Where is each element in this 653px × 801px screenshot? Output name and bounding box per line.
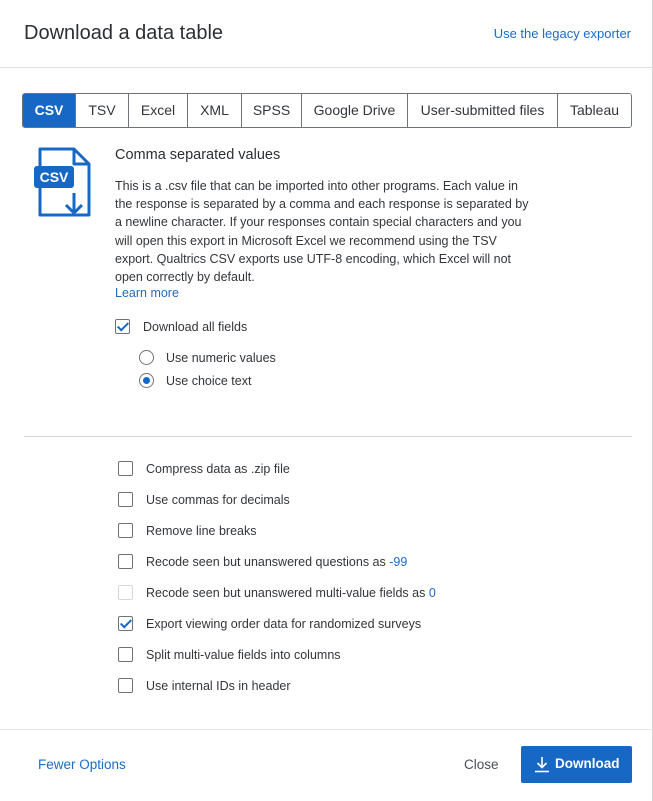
remove-line-breaks-checkbox[interactable]: [118, 523, 133, 538]
recode-questions-label: Recode seen but unanswered questions as …: [146, 555, 407, 569]
choice-text-radio[interactable]: [139, 373, 154, 388]
tab-user-submitted-files[interactable]: User-submitted files: [407, 94, 557, 127]
close-button[interactable]: Close: [464, 757, 499, 772]
tab-csv[interactable]: CSV: [23, 94, 75, 127]
internal-ids-checkbox[interactable]: [118, 678, 133, 693]
format-title: Comma separated values: [115, 147, 281, 163]
recode-multi-checkbox: [118, 585, 133, 600]
dialog-footer: Fewer Options Close Download: [0, 729, 653, 801]
learn-more-link[interactable]: Learn more: [115, 286, 179, 300]
tab-xml[interactable]: XML: [187, 94, 241, 127]
fewer-options-link[interactable]: Fewer Options: [38, 757, 126, 772]
numeric-values-label: Use numeric values: [166, 351, 276, 365]
recode-questions-text: Recode seen but unanswered questions as: [146, 555, 386, 569]
download-icon: [534, 756, 550, 776]
download-all-fields-checkbox[interactable]: [115, 319, 130, 334]
section-divider: [24, 436, 632, 437]
format-description: This is a .csv file that can be imported…: [115, 179, 529, 285]
viewing-order-checkbox[interactable]: [118, 616, 133, 631]
split-multi-label: Split multi-value fields into columns: [146, 648, 341, 662]
tab-excel[interactable]: Excel: [128, 94, 187, 127]
compress-zip-label: Compress data as .zip file: [146, 462, 290, 476]
choice-text-label: Use choice text: [166, 374, 252, 388]
compress-zip-checkbox[interactable]: [118, 461, 133, 476]
recode-multi-label: Recode seen but unanswered multi-value f…: [146, 586, 436, 600]
tab-google-drive[interactable]: Google Drive: [301, 94, 407, 127]
download-button[interactable]: Download: [521, 746, 632, 783]
numeric-values-radio[interactable]: [139, 350, 154, 365]
tab-spss[interactable]: SPSS: [241, 94, 301, 127]
recode-multi-text: Recode seen but unanswered multi-value f…: [146, 586, 426, 600]
recode-questions-value[interactable]: -99: [389, 555, 407, 569]
tab-tsv[interactable]: TSV: [75, 94, 128, 127]
csv-file-icon: CSV: [34, 146, 92, 220]
recode-multi-value[interactable]: 0: [429, 586, 436, 600]
split-multi-checkbox[interactable]: [118, 647, 133, 662]
commas-decimals-checkbox[interactable]: [118, 492, 133, 507]
tab-tableau[interactable]: Tableau: [557, 94, 631, 127]
download-all-fields-label: Download all fields: [143, 320, 248, 334]
format-tabs: CSV TSV Excel XML SPSS Google Drive User…: [22, 93, 632, 128]
internal-ids-label: Use internal IDs in header: [146, 679, 291, 693]
download-dialog: Download a data table Use the legacy exp…: [0, 0, 653, 801]
commas-decimals-label: Use commas for decimals: [146, 493, 290, 507]
legacy-exporter-link[interactable]: Use the legacy exporter: [494, 26, 631, 41]
download-button-label: Download: [555, 756, 620, 771]
dialog-header: Download a data table Use the legacy exp…: [0, 0, 653, 68]
recode-questions-checkbox[interactable]: [118, 554, 133, 569]
viewing-order-label: Export viewing order data for randomized…: [146, 617, 422, 631]
csv-icon-label: CSV: [40, 169, 69, 185]
remove-line-breaks-label: Remove line breaks: [146, 524, 257, 538]
dialog-title: Download a data table: [24, 22, 224, 44]
